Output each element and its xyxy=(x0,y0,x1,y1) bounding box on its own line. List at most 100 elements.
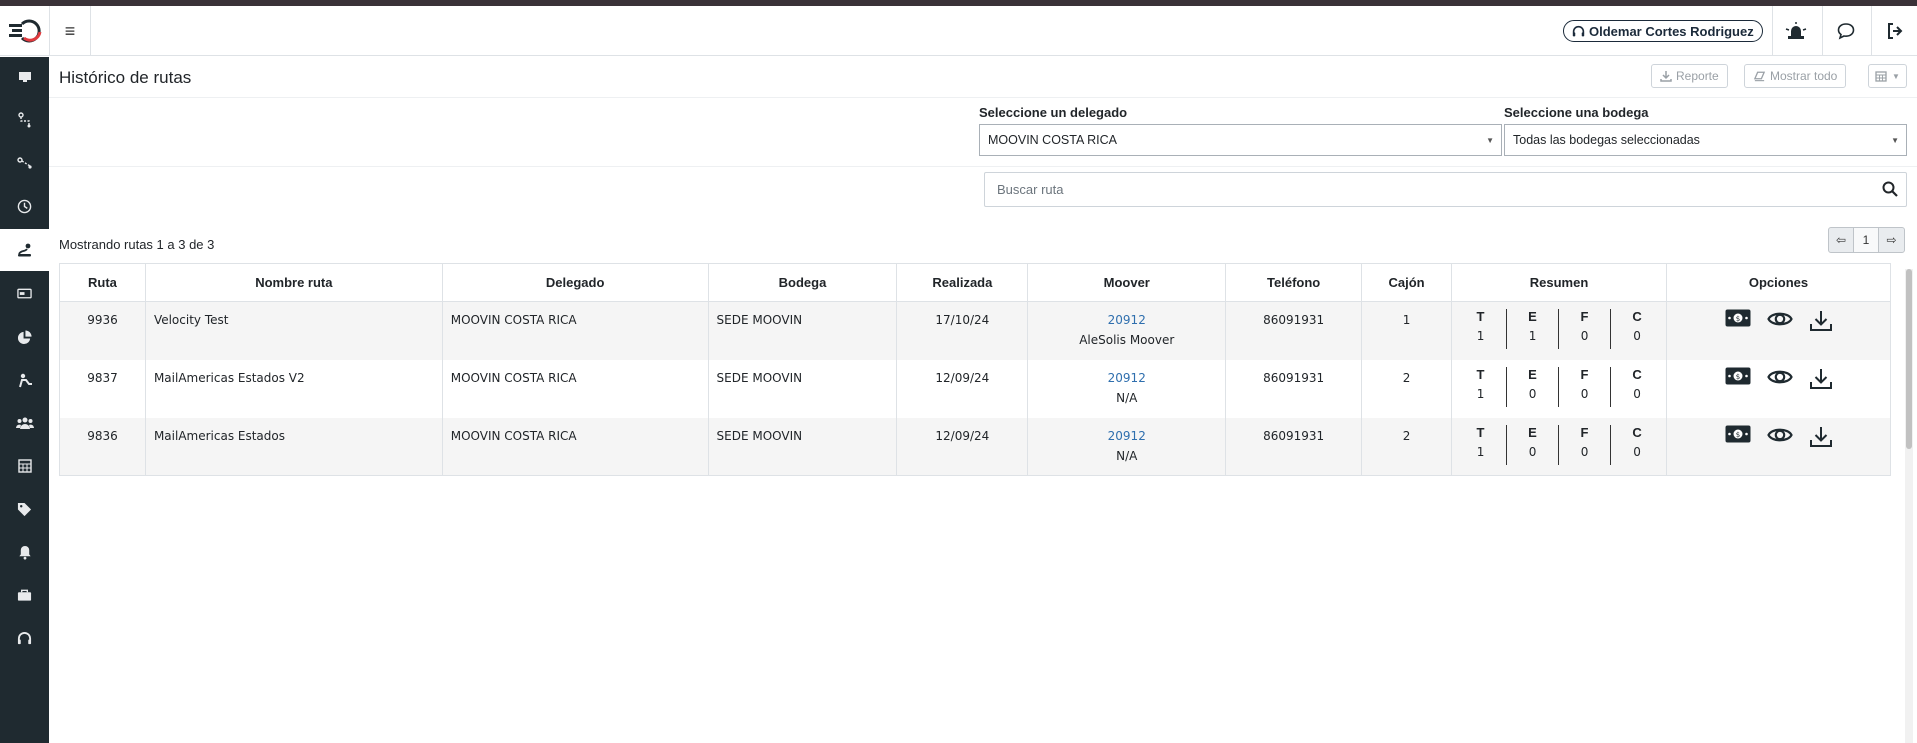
pager-page-button[interactable]: 1 xyxy=(1854,228,1879,252)
cell-nombre: MailAmericas Estados xyxy=(144,417,443,476)
scrollbar-thumb[interactable] xyxy=(1906,269,1912,449)
resumen-summary: T 1 E 0 F 0 C 0 xyxy=(1452,424,1666,465)
eye-icon[interactable] xyxy=(1766,367,1793,387)
col-nombre-ruta[interactable]: Nombre ruta xyxy=(144,263,443,302)
table-scrollbar[interactable] xyxy=(1905,269,1913,743)
sidebar-item-support[interactable] xyxy=(0,618,49,658)
sidebar-item-history[interactable] xyxy=(0,186,49,226)
sidebar-item-tags[interactable] xyxy=(0,489,49,529)
sidebar-item-monitor[interactable] xyxy=(0,57,49,97)
delegate-select[interactable]: MOOVIN COSTA RICA ▼ xyxy=(979,124,1502,156)
cell-bodega: SEDE MOOVIN xyxy=(707,359,898,418)
moover-name: AleSolis Moover xyxy=(1079,333,1175,347)
resumen-key-f: F xyxy=(1580,309,1589,324)
sidebar-item-payments[interactable] xyxy=(0,274,49,314)
menu-toggle-button[interactable]: ≡ xyxy=(49,6,91,56)
col-resumen: Resumen xyxy=(1451,263,1668,302)
results-count: Mostrando rutas 1 a 3 de 3 xyxy=(59,237,215,252)
col-bodega[interactable]: Bodega xyxy=(707,263,898,302)
pagination: ⇦ 1 ⇨ xyxy=(1828,227,1905,253)
svg-text:$: $ xyxy=(1735,431,1739,439)
caret-down-icon: ▼ xyxy=(1486,136,1494,145)
money-bill-icon[interactable]: $ xyxy=(1725,367,1751,385)
col-delegado[interactable]: Delegado xyxy=(441,263,709,302)
download-icon[interactable] xyxy=(1809,367,1833,391)
pager-next-button[interactable]: ⇨ xyxy=(1879,228,1904,252)
money-bill-icon[interactable]: $ xyxy=(1725,425,1751,443)
report-label: Reporte xyxy=(1676,69,1719,83)
table-header-row: Ruta Nombre ruta Delegado Bodega Realiza… xyxy=(59,263,1891,302)
resumen-value-t: 1 xyxy=(1476,329,1485,343)
col-cajon[interactable]: Cajón xyxy=(1361,263,1453,302)
app-logo[interactable] xyxy=(0,6,49,56)
page-title: Histórico de rutas xyxy=(59,68,192,87)
cell-moover: 20912 N/A xyxy=(1027,417,1227,476)
resumen-summary: T 1 E 1 F 0 C 0 xyxy=(1452,309,1666,349)
cell-opciones: $ xyxy=(1666,417,1891,476)
sidebar-item-stats[interactable] xyxy=(0,317,49,357)
user-badge[interactable]: Oldemar Cortes Rodriguez xyxy=(1563,20,1763,42)
cell-resumen: T 1 E 1 F 0 C 0 xyxy=(1451,301,1668,360)
download-icon[interactable] xyxy=(1809,309,1833,333)
warehouse-label: Seleccione una bodega xyxy=(1504,105,1649,120)
resumen-value-f: 0 xyxy=(1580,386,1589,401)
alarm-button[interactable] xyxy=(1772,6,1818,56)
pager-prev-button[interactable]: ⇦ xyxy=(1829,228,1854,252)
divider xyxy=(49,166,1917,167)
col-ruta[interactable]: Ruta xyxy=(59,263,146,302)
sidebar-item-notifications[interactable] xyxy=(0,532,49,572)
sidebar-item-dolly[interactable] xyxy=(0,360,49,400)
sidebar-item-business[interactable] xyxy=(0,575,49,615)
resumen-key-c: C xyxy=(1632,309,1642,324)
resumen-value-f: 0 xyxy=(1580,329,1589,343)
col-moover[interactable]: Moover xyxy=(1027,263,1227,302)
warehouse-select[interactable]: Todas las bodegas seleccionadas ▼ xyxy=(1504,124,1907,156)
sidebar-item-users[interactable] xyxy=(0,403,49,443)
eye-icon[interactable] xyxy=(1766,309,1793,329)
search-icon[interactable] xyxy=(1882,181,1898,197)
monitor-icon xyxy=(18,72,31,82)
resumen-key-e: E xyxy=(1528,309,1537,324)
table-icon xyxy=(17,459,32,473)
calendar-dropdown-button[interactable]: ▼ xyxy=(1868,64,1907,88)
cell-ruta: 9836 xyxy=(59,417,146,476)
sidebar-item-routes-alt[interactable] xyxy=(0,143,49,183)
headset-icon xyxy=(17,631,32,644)
cell-moover: 20912 AleSolis Moover xyxy=(1027,301,1227,360)
table-row: 9836 MailAmericas Estados MOOVIN COSTA R… xyxy=(59,417,1891,476)
cell-telefono: 86091931 xyxy=(1225,417,1363,476)
col-realizada[interactable]: Realizada xyxy=(896,263,1029,302)
cell-nombre: MailAmericas Estados V2 xyxy=(144,359,443,418)
eraser-icon xyxy=(1753,71,1766,82)
sidebar-item-route-history[interactable] xyxy=(0,229,49,271)
search-input[interactable] xyxy=(985,173,1865,206)
eye-icon[interactable] xyxy=(1766,425,1793,445)
money-bill-icon[interactable]: $ xyxy=(1725,309,1751,327)
moover-id-link[interactable]: 20912 xyxy=(1028,313,1225,327)
calendar-icon xyxy=(1875,71,1887,82)
resumen-value-f: 0 xyxy=(1580,444,1589,459)
resumen-summary: T 1 E 0 F 0 C 0 xyxy=(1452,366,1666,407)
sidebar-item-routes[interactable] xyxy=(0,100,49,140)
route-alt-icon xyxy=(16,157,32,169)
cell-realizada: 12/09/24 xyxy=(896,417,1029,476)
cell-realizada: 17/10/24 xyxy=(896,301,1029,360)
moover-id-link[interactable]: 20912 xyxy=(1028,371,1225,385)
divider xyxy=(49,97,1917,98)
report-button[interactable]: Reporte xyxy=(1651,64,1728,88)
col-opciones: Opciones xyxy=(1666,263,1891,302)
logout-button[interactable] xyxy=(1871,6,1917,56)
moover-id-link[interactable]: 20912 xyxy=(1028,429,1225,443)
sidebar-item-tables[interactable] xyxy=(0,446,49,486)
cell-nombre: Velocity Test xyxy=(144,301,443,360)
download-icon[interactable] xyxy=(1809,425,1833,449)
show-all-button[interactable]: Mostrar todo xyxy=(1744,64,1847,88)
cell-opciones: $ xyxy=(1666,359,1891,418)
money-check-icon xyxy=(17,288,32,299)
chat-button[interactable] xyxy=(1822,6,1868,56)
col-telefono[interactable]: Teléfono xyxy=(1225,263,1363,302)
route-search xyxy=(984,172,1907,207)
cell-telefono: 86091931 xyxy=(1225,359,1363,418)
resumen-value-e: 0 xyxy=(1528,444,1537,459)
hamburger-icon: ≡ xyxy=(64,20,76,41)
